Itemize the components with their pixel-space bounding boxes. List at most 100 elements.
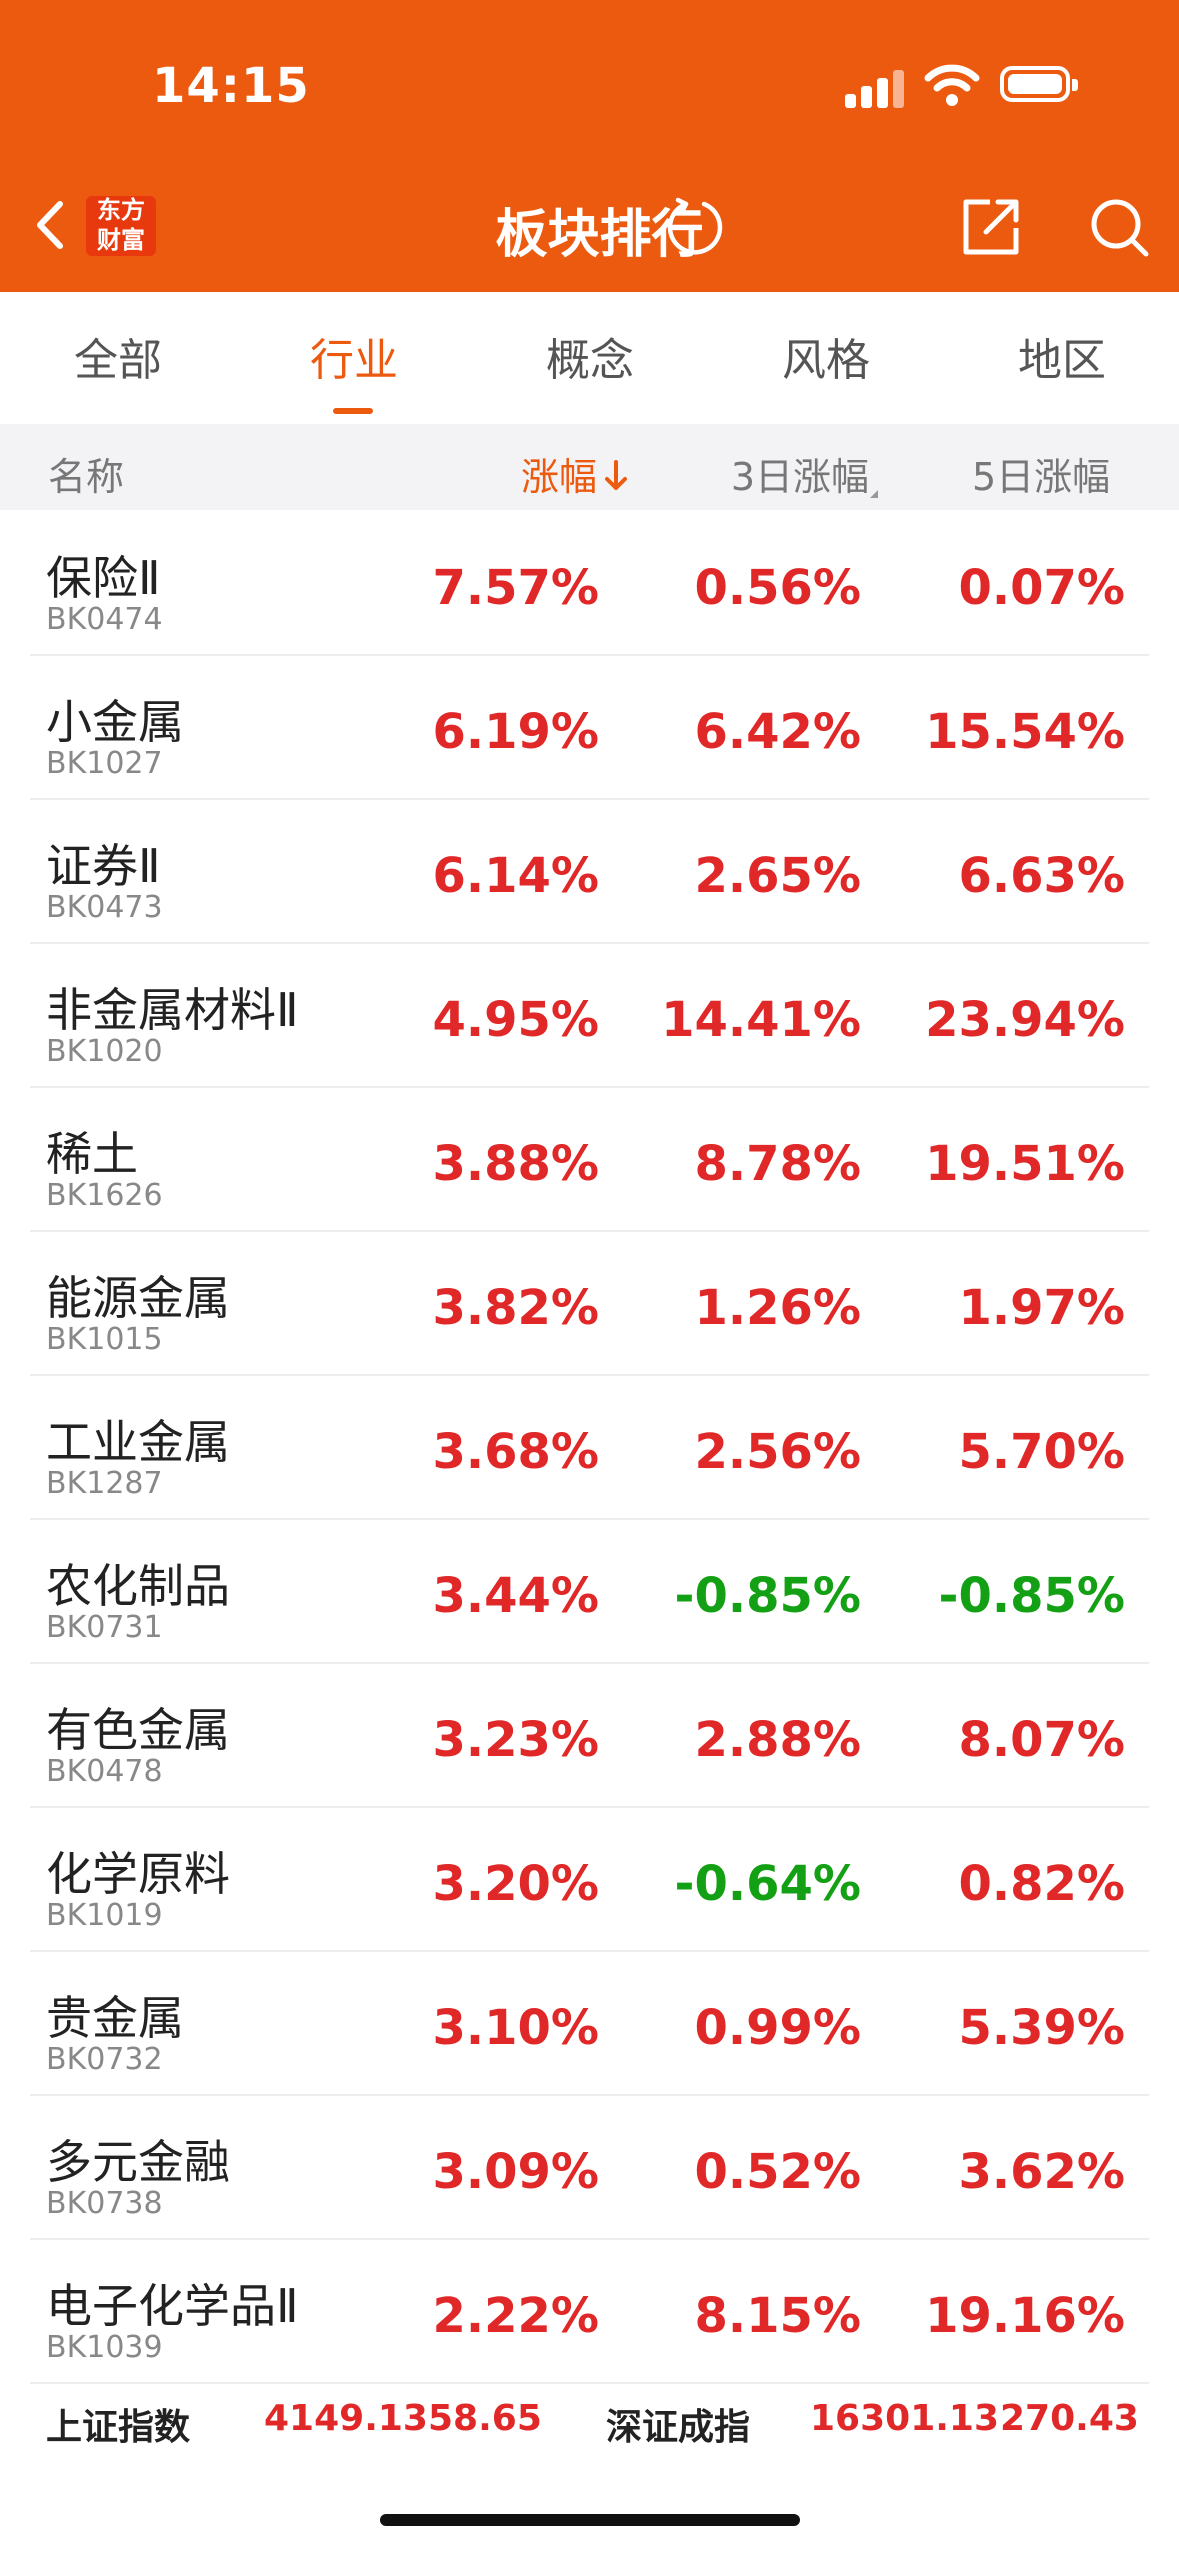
table-row[interactable]: 有色金属 BK0478 3.23% 2.88% 8.07%	[0, 1664, 1179, 1808]
column-change-header[interactable]: 涨幅	[521, 446, 629, 501]
change-value: 3.82%	[432, 1280, 599, 1336]
sector-code: BK1015	[46, 1322, 163, 1357]
sector-code: BK0474	[46, 602, 163, 637]
active-tab-indicator	[333, 408, 373, 414]
sector-name: 能源金属	[46, 1271, 230, 1325]
change-3day-value: 2.65%	[694, 848, 861, 904]
change-value: 3.44%	[432, 1568, 599, 1624]
change-5day-value: 23.94%	[925, 992, 1125, 1048]
shanghai-index-value: 4149.13	[264, 2398, 428, 2439]
change-5day-value: 0.07%	[958, 560, 1125, 616]
scroll-fade	[1109, 424, 1179, 510]
sector-name: 小金属	[46, 695, 184, 749]
sector-name: 证券Ⅱ	[46, 839, 161, 893]
sector-name: 工业金属	[46, 1415, 230, 1469]
change-value: 2.22%	[432, 2288, 599, 2344]
sector-code: BK0732	[46, 2042, 163, 2077]
change-3day-value: 6.42%	[694, 704, 861, 760]
change-value: 3.09%	[432, 2144, 599, 2200]
home-indicator[interactable]	[380, 2514, 800, 2526]
change-3day-value: 0.99%	[694, 2000, 861, 2056]
change-5day-value: 3.62%	[958, 2144, 1125, 2200]
sector-list: 保险Ⅱ BK0474 7.57% 0.56% 0.07% 小金属 BK1027 …	[0, 512, 1179, 2384]
shanghai-index-name: 上证指数	[46, 2407, 191, 2448]
change-5day-value: 19.51%	[925, 1136, 1125, 1192]
column-name-header: 名称	[48, 455, 125, 499]
sector-name: 电子化学品Ⅱ	[46, 2279, 299, 2333]
tab-concept[interactable]: 概念	[472, 324, 708, 388]
change-value: 3.88%	[432, 1136, 599, 1192]
sector-code: BK1019	[46, 1898, 163, 1933]
table-row[interactable]: 化学原料 BK1019 3.20% -0.64% 0.82%	[0, 1808, 1179, 1952]
table-row[interactable]: 农化制品 BK0731 3.44% -0.85% -0.85%	[0, 1520, 1179, 1664]
table-row[interactable]: 小金属 BK1027 6.19% 6.42% 15.54%	[0, 656, 1179, 800]
sector-code: BK1626	[46, 1178, 163, 1213]
table-row[interactable]: 电子化学品Ⅱ BK1039 2.22% 8.15% 19.16%	[0, 2240, 1179, 2384]
change-3day-value: 2.88%	[694, 1712, 861, 1768]
shenzhen-index-name: 深证成指	[606, 2407, 751, 2448]
column-header: 名称 涨幅 3日涨幅 5日涨幅	[0, 424, 1179, 510]
sector-name: 贵金属	[46, 1991, 184, 2045]
table-row[interactable]: 稀土 BK1626 3.88% 8.78% 19.51%	[0, 1088, 1179, 1232]
sector-code: BK1039	[46, 2330, 163, 2365]
change-5day-value: 0.82%	[958, 1856, 1125, 1912]
sector-name: 非金属材料Ⅱ	[46, 983, 299, 1037]
sector-name: 化学原料	[46, 1847, 230, 1901]
sector-name: 有色金属	[46, 1703, 230, 1757]
change-3day-value: -0.64%	[674, 1856, 861, 1912]
shenzhen-index-change: 270.43	[1000, 2398, 1139, 2439]
sort-down-arrow-icon	[605, 460, 627, 490]
change-5day-value: 6.63%	[958, 848, 1125, 904]
wifi-icon	[924, 64, 980, 106]
sort-indicator-icon	[870, 490, 878, 498]
change-value: 3.68%	[432, 1424, 599, 1480]
shanghai-index-change: 58.65	[428, 2398, 542, 2439]
battery-icon	[1000, 66, 1078, 102]
change-3day-value: -0.85%	[674, 1568, 861, 1624]
change-3day-value: 0.52%	[694, 2144, 861, 2200]
category-tabs: 全部 行业 概念 风格 地区	[0, 292, 1179, 422]
tab-region[interactable]: 地区	[944, 324, 1179, 388]
refresh-icon[interactable]	[664, 196, 726, 258]
table-row[interactable]: 贵金属 BK0732 3.10% 0.99% 5.39%	[0, 1952, 1179, 2096]
change-value: 6.14%	[432, 848, 599, 904]
change-5day-value: 1.97%	[958, 1280, 1125, 1336]
change-value: 3.23%	[432, 1712, 599, 1768]
cellular-signal-icon	[845, 68, 905, 108]
tab-industry[interactable]: 行业	[236, 324, 472, 388]
table-row[interactable]: 证券Ⅱ BK0473 6.14% 2.65% 6.63%	[0, 800, 1179, 944]
column-3day-header[interactable]: 3日涨幅	[731, 446, 869, 501]
sector-name: 保险Ⅱ	[46, 551, 161, 605]
sector-name: 农化制品	[46, 1559, 230, 1613]
sector-code: BK1287	[46, 1466, 163, 1501]
change-3day-value: 8.78%	[694, 1136, 861, 1192]
top-bar: 14:15 东方 财富 板块排行	[0, 0, 1179, 292]
status-time: 14:15	[152, 58, 310, 114]
index-ticker[interactable]: 上证指数 4149.13 58.65 深证成指 16301.13 270.43	[0, 2390, 1179, 2450]
sector-code: BK0478	[46, 1754, 163, 1789]
sector-code: BK0731	[46, 1610, 163, 1645]
change-value: 4.95%	[432, 992, 599, 1048]
table-row[interactable]: 能源金属 BK1015 3.82% 1.26% 1.97%	[0, 1232, 1179, 1376]
change-value: 3.10%	[432, 2000, 599, 2056]
change-3day-value: 1.26%	[694, 1280, 861, 1336]
tab-all[interactable]: 全部	[0, 324, 236, 388]
table-row[interactable]: 非金属材料Ⅱ BK1020 4.95% 14.41% 23.94%	[0, 944, 1179, 1088]
change-3day-value: 8.15%	[694, 2288, 861, 2344]
table-row[interactable]: 工业金属 BK1287 3.68% 2.56% 5.70%	[0, 1376, 1179, 1520]
column-5day-header[interactable]: 5日涨幅	[972, 446, 1110, 501]
change-3day-value: 0.56%	[694, 560, 861, 616]
change-3day-value: 2.56%	[694, 1424, 861, 1480]
change-5day-value: 5.39%	[958, 2000, 1125, 2056]
change-3day-value: 14.41%	[661, 992, 861, 1048]
share-icon[interactable]	[960, 194, 1024, 258]
tab-style[interactable]: 风格	[708, 324, 944, 388]
search-icon[interactable]	[1088, 196, 1152, 260]
change-5day-value: -0.85%	[938, 1568, 1125, 1624]
shenzhen-index-value: 16301.13	[810, 2398, 1000, 2439]
sector-code: BK0473	[46, 890, 163, 925]
table-row[interactable]: 保险Ⅱ BK0474 7.57% 0.56% 0.07%	[0, 512, 1179, 656]
table-row[interactable]: 多元金融 BK0738 3.09% 0.52% 3.62%	[0, 2096, 1179, 2240]
sector-code: BK1027	[46, 746, 163, 781]
sector-name: 稀土	[46, 1127, 138, 1181]
